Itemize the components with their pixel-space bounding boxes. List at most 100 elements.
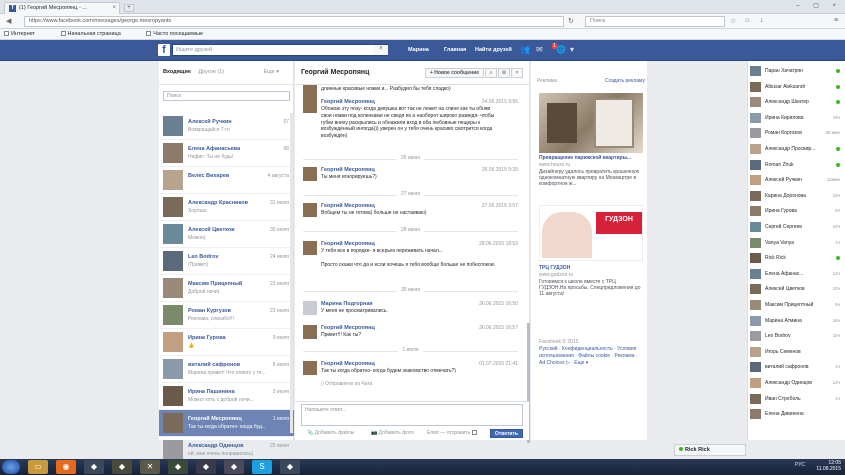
ad2-title[interactable]: ТРЦ ГУДЗОН <box>539 265 643 271</box>
chat-contact[interactable]: Leo Bodrov 10ч <box>748 330 845 342</box>
url-bar[interactable]: https://www.facebook.com/messages/george… <box>24 16 564 27</box>
message-sender[interactable]: Георгий Месропянц <box>321 99 375 105</box>
back-icon[interactable]: ◀ <box>6 17 11 25</box>
nav-find-friends[interactable]: Найти друзей <box>475 47 512 53</box>
chat-contact[interactable]: Игорь Семенов <box>748 346 845 358</box>
app-icon[interactable]: ◆ <box>168 460 188 474</box>
chat-contact[interactable]: Сергей Сергеев 10ч <box>748 221 845 233</box>
bookmark-item[interactable]: Часто посещаемые <box>146 31 215 37</box>
bookmark-item[interactable]: Интернет <box>4 31 47 37</box>
inbox-search-input[interactable]: Поиск <box>163 91 290 101</box>
settings-icon[interactable]: ▾ <box>570 45 574 54</box>
chat-contact[interactable]: Ирина Кирилова 16ч <box>748 112 845 124</box>
start-button[interactable] <box>2 460 20 474</box>
tab-other[interactable]: Другое (1) <box>198 69 224 75</box>
chat-contact[interactable]: Алексей Цветков 10ч <box>748 283 845 295</box>
app-icon[interactable]: ◆ <box>280 460 300 474</box>
message-sender[interactable]: Георгий Месропянц <box>321 361 375 367</box>
thread-item[interactable]: Велес Вихарев 4 августа <box>159 167 294 194</box>
facebook-logo[interactable]: f <box>158 44 170 56</box>
tray-language[interactable]: РУС <box>795 462 805 468</box>
thread-item[interactable]: Алексей Ручкин Возвращайся 7-го 07 <box>159 113 294 140</box>
window-controls[interactable]: – ▢ × <box>796 2 842 9</box>
app-icon[interactable]: ◆ <box>224 460 244 474</box>
chat-contact[interactable]: Марина Атмина 16ч <box>748 315 845 327</box>
notifications-icon[interactable]: 🌐 <box>556 45 566 54</box>
thread-scrollbar[interactable] <box>290 113 293 433</box>
home-icon[interactable]: ⌂ <box>745 17 749 24</box>
thread-item[interactable]: Ирина Гурова 👍 9 июля <box>159 329 294 356</box>
fb-search-icon[interactable]: ⌕ <box>374 45 388 55</box>
chat-contact[interactable]: Роман Коргозов 35 мин <box>748 127 845 139</box>
reload-icon[interactable]: ↻ <box>568 17 574 25</box>
search-conversation-icon[interactable]: ⌕ <box>485 68 497 78</box>
chat-contact[interactable]: Александр Шкатер <box>748 96 845 108</box>
more-dropdown[interactable]: Еще ▾ <box>264 69 279 75</box>
ad1-title[interactable]: Превращение парижской квартиры... <box>539 155 643 161</box>
thread-item[interactable]: Елена Афанасьева Нафис: Ты не будь! 06 <box>159 140 294 167</box>
chat-contact[interactable]: Елена Афанас... 12ч <box>748 268 845 280</box>
thread-item[interactable]: виталий сафронов Марина привет! Что новог… <box>159 356 294 383</box>
chat-contact[interactable]: Карина Доронова 16ч <box>748 190 845 202</box>
send-button[interactable]: Ответить <box>489 429 523 438</box>
avatar[interactable] <box>303 301 317 315</box>
clock[interactable]: 12:05 11.08.2015 <box>816 460 841 472</box>
thread-item[interactable]: Георгий Месропянц Так ты когда обратно- к… <box>159 410 294 437</box>
message-sender[interactable]: Георгий Месропянц <box>321 167 375 173</box>
chat-contact[interactable]: Александр Просвир... <box>748 143 845 155</box>
game-icon[interactable]: ◆ <box>84 460 104 474</box>
message-sender[interactable]: Георгий Месропянц <box>321 241 375 247</box>
avatar[interactable] <box>303 325 317 339</box>
menu-icon[interactable]: ≡ <box>834 17 838 24</box>
chat-tab-rick[interactable]: Rick Rick <box>674 444 746 456</box>
nav-profile[interactable]: Марина <box>408 47 429 53</box>
ad1-image[interactable] <box>539 93 643 153</box>
close-icon[interactable]: × <box>511 68 523 78</box>
star-icon[interactable]: ☆ <box>730 17 736 25</box>
new-tab-button[interactable]: + <box>124 4 134 12</box>
message-sender[interactable]: Георгий Месропянц <box>321 325 375 331</box>
thread-item[interactable]: Leo Bodrov (Привет) 24 июля <box>159 248 294 275</box>
friend-requests-icon[interactable]: 👥 <box>520 45 530 54</box>
download-icon[interactable]: ↓ <box>760 17 764 24</box>
ad2-url[interactable]: www.gudzon.ru <box>539 272 643 278</box>
chat-contact[interactable]: Алексей Ручкин 12мин <box>748 174 845 186</box>
add-files-button[interactable]: 📎 Добавить файлы <box>307 430 354 436</box>
ad1-url[interactable]: www.houzz.ru <box>539 162 643 168</box>
thread-item[interactable]: Алексей Цветков Можно) 30 июля <box>159 221 294 248</box>
enter-to-send-checkbox[interactable]: Enter — отправить <box>427 430 479 436</box>
avatar[interactable] <box>303 203 317 217</box>
explorer-icon[interactable]: ▭ <box>28 460 48 474</box>
tab-inbox[interactable]: Входящие <box>163 69 191 75</box>
game-icon[interactable]: ◆ <box>112 460 132 474</box>
firefox-icon[interactable]: ◉ <box>56 460 76 474</box>
fb-search-input[interactable]: Ищите друзей <box>172 44 388 56</box>
chat-contact[interactable]: Rick Rick <box>748 252 845 264</box>
chat-contact[interactable]: Albusar Aleksandr <box>748 81 845 93</box>
thread-item[interactable]: Ирина Пашинина Можно хоть с доброй ночи..… <box>159 383 294 410</box>
bookmark-item[interactable]: Начальная страница <box>60 31 133 37</box>
thread-item[interactable]: Александр Красников Хорошо 31 июля <box>159 194 294 221</box>
nav-home[interactable]: Главная <box>444 47 466 53</box>
skype-icon[interactable]: S <box>252 460 272 474</box>
chat-contact[interactable]: Vanya Vanya 1ч <box>748 237 845 249</box>
browser-tab[interactable]: f (1) Георгий Месропянц - ... × <box>4 2 120 14</box>
chat-contact[interactable]: Максим Прицептный 5ч <box>748 299 845 311</box>
messages-icon[interactable]: ✉ <box>536 45 543 54</box>
chat-contact[interactable]: Ирина Гурова 6ч <box>748 205 845 217</box>
message-sender[interactable]: Марина Подгорная <box>321 301 373 307</box>
chat-contact[interactable]: виталий сафронов 1ч <box>748 361 845 373</box>
thread-item[interactable]: Роман Кургузов Реклама, спасибо!!! 23 июля <box>159 302 294 329</box>
message-sender[interactable]: Георгий Месропянц <box>321 203 375 209</box>
reply-input[interactable]: Напишите ответ... <box>301 404 523 426</box>
ad2-image[interactable]: ГУДЗОН <box>539 205 643 261</box>
tab-close-icon[interactable]: × <box>112 5 116 11</box>
settings-gear-icon[interactable]: ⚙ <box>498 68 510 78</box>
chat-contact[interactable]: Roman Zhuk <box>748 159 845 171</box>
new-message-button[interactable]: + Новое сообщение <box>425 68 485 78</box>
footer-links[interactable]: Русский · Конфиденциальность · Условия и… <box>539 346 643 367</box>
avatar[interactable] <box>303 167 317 181</box>
chat-contact[interactable]: Александр Одинцов 12ч <box>748 377 845 389</box>
avatar[interactable] <box>303 99 317 113</box>
app-icon[interactable]: ◆ <box>196 460 216 474</box>
